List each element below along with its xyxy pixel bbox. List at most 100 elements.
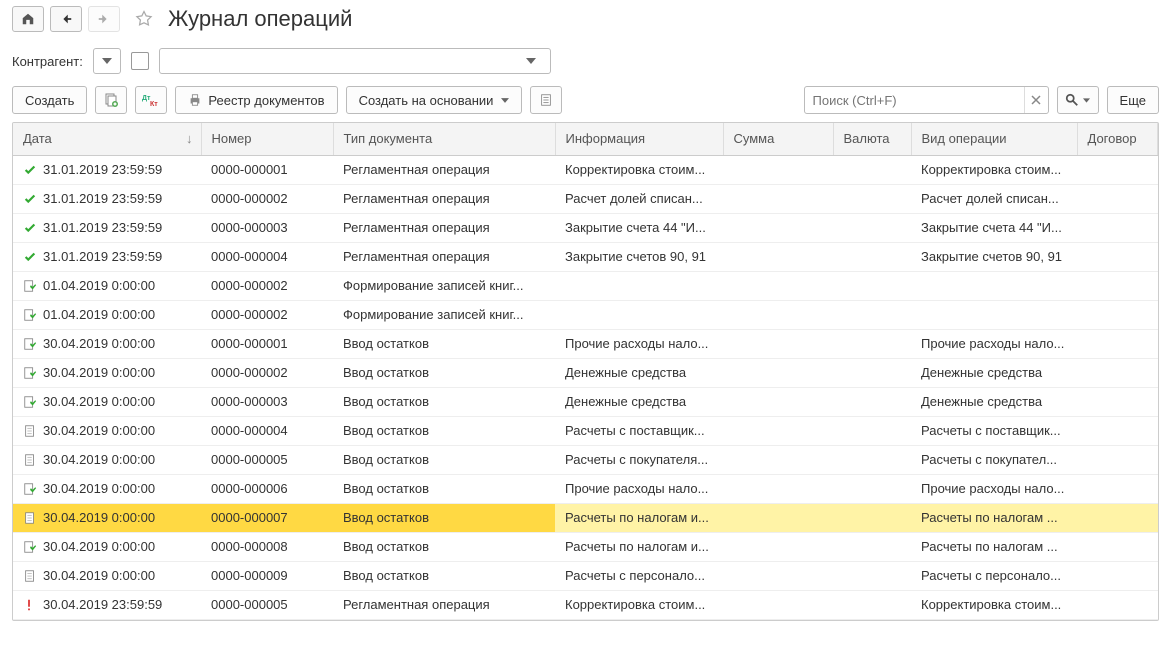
table-row[interactable]: 01.04.2019 0:00:000000-000002Формировани… xyxy=(13,271,1158,300)
cell-info: Корректировка стоим... xyxy=(555,155,723,184)
advanced-search-button[interactable] xyxy=(1057,86,1099,114)
cell-currency xyxy=(833,387,911,416)
cell-date: 30.04.2019 0:00:00 xyxy=(43,452,155,467)
cell-doc_type: Ввод остатков xyxy=(333,445,555,474)
favorite-button[interactable] xyxy=(132,7,156,31)
cell-date: 31.01.2019 23:59:59 xyxy=(43,191,162,206)
col-sum[interactable]: Сумма xyxy=(723,123,833,155)
check-icon xyxy=(23,163,43,177)
table-row[interactable]: 31.01.2019 23:59:590000-000003Регламентн… xyxy=(13,213,1158,242)
dtkt-button[interactable]: ДтКт xyxy=(135,86,167,114)
cell-op: Закрытие счета 44 "И... xyxy=(911,213,1077,242)
cell-date: 31.01.2019 23:59:59 xyxy=(13,184,201,213)
cell-doc_type: Формирование записей книг... xyxy=(333,271,555,300)
cell-doc_type: Регламентная операция xyxy=(333,155,555,184)
cell-currency xyxy=(833,532,911,561)
create-based-label: Создать на основании xyxy=(359,93,494,108)
arrow-right-icon xyxy=(97,12,111,26)
page-title: Журнал операций xyxy=(168,6,352,32)
cell-op: Прочие расходы нало... xyxy=(911,329,1077,358)
table-row[interactable]: 31.01.2019 23:59:590000-000002Регламентн… xyxy=(13,184,1158,213)
table-row[interactable]: 30.04.2019 0:00:000000-000002Ввод остатк… xyxy=(13,358,1158,387)
create-button[interactable]: Создать xyxy=(12,86,87,114)
copy-doc-icon xyxy=(103,92,119,108)
registry-label: Реестр документов xyxy=(208,93,324,108)
col-number[interactable]: Номер xyxy=(201,123,333,155)
table-row[interactable]: 30.04.2019 0:00:000000-000004Ввод остатк… xyxy=(13,416,1158,445)
col-currency[interactable]: Валюта xyxy=(833,123,911,155)
table-row[interactable]: 30.04.2019 0:00:000000-000009Ввод остатк… xyxy=(13,561,1158,590)
cell-op: Расчеты по налогам ... xyxy=(911,503,1077,532)
search-clear-button[interactable] xyxy=(1024,87,1048,113)
cell-doc_type: Ввод остатков xyxy=(333,561,555,590)
cell-date: 30.04.2019 0:00:00 xyxy=(43,539,155,554)
cell-info: Денежные средства xyxy=(555,387,723,416)
cell-contract xyxy=(1077,445,1158,474)
col-op-kind[interactable]: Вид операции xyxy=(911,123,1077,155)
cell-number: 0000-000002 xyxy=(201,184,333,213)
filter-checkbox[interactable] xyxy=(131,52,149,70)
table-row[interactable]: 30.04.2019 23:59:590000-000005Регламентн… xyxy=(13,590,1158,619)
cell-doc_type: Регламентная операция xyxy=(333,213,555,242)
cell-date: 30.04.2019 0:00:00 xyxy=(13,416,201,445)
check-icon xyxy=(23,221,43,235)
col-date[interactable]: Дата xyxy=(13,123,201,155)
create-based-button[interactable]: Создать на основании xyxy=(346,86,523,114)
cell-contract xyxy=(1077,300,1158,329)
cell-sum xyxy=(723,213,833,242)
cell-contract xyxy=(1077,416,1158,445)
cell-info: Корректировка стоим... xyxy=(555,590,723,619)
cell-date: 30.04.2019 0:00:00 xyxy=(13,445,201,474)
col-contract[interactable]: Договор xyxy=(1077,123,1158,155)
cell-currency xyxy=(833,445,911,474)
check-icon xyxy=(23,250,43,264)
create-label: Создать xyxy=(25,93,74,108)
cell-contract xyxy=(1077,358,1158,387)
cell-info: Расчеты по налогам и... xyxy=(555,503,723,532)
cell-date: 31.01.2019 23:59:59 xyxy=(43,220,162,235)
more-button[interactable]: Еще xyxy=(1107,86,1159,114)
attachments-button[interactable] xyxy=(530,86,562,114)
star-icon xyxy=(134,9,154,29)
cell-currency xyxy=(833,329,911,358)
table-row[interactable]: 01.04.2019 0:00:000000-000002Формировани… xyxy=(13,300,1158,329)
table-row[interactable]: 30.04.2019 0:00:000000-000006Ввод остатк… xyxy=(13,474,1158,503)
cell-date: 30.04.2019 23:59:59 xyxy=(43,597,162,612)
cell-contract xyxy=(1077,474,1158,503)
back-button[interactable] xyxy=(50,6,82,32)
cell-date: 31.01.2019 23:59:59 xyxy=(13,242,201,271)
home-button[interactable] xyxy=(12,6,44,32)
col-info[interactable]: Информация xyxy=(555,123,723,155)
svg-text:Кт: Кт xyxy=(150,101,158,107)
cell-sum xyxy=(723,561,833,590)
table-row[interactable]: 30.04.2019 0:00:000000-000001Ввод остатк… xyxy=(13,329,1158,358)
copy-button[interactable] xyxy=(95,86,127,114)
cell-op: Денежные средства xyxy=(911,387,1077,416)
search-input[interactable] xyxy=(805,93,1024,108)
chevron-down-icon xyxy=(102,58,112,64)
cell-op: Закрытие счетов 90, 91 xyxy=(911,242,1077,271)
home-icon xyxy=(21,12,35,26)
table-row[interactable]: 30.04.2019 0:00:000000-000007Ввод остатк… xyxy=(13,503,1158,532)
cell-op: Корректировка стоим... xyxy=(911,155,1077,184)
cell-contract xyxy=(1077,213,1158,242)
table-row[interactable]: 30.04.2019 0:00:000000-000005Ввод остатк… xyxy=(13,445,1158,474)
cell-sum xyxy=(723,271,833,300)
filter-value-input[interactable] xyxy=(159,48,551,74)
table-row[interactable]: 30.04.2019 0:00:000000-000008Ввод остатк… xyxy=(13,532,1158,561)
registry-button[interactable]: Реестр документов xyxy=(175,86,337,114)
table-row[interactable]: 30.04.2019 0:00:000000-000003Ввод остатк… xyxy=(13,387,1158,416)
forward-button[interactable] xyxy=(88,6,120,32)
cell-op: Расчеты по налогам ... xyxy=(911,532,1077,561)
col-doc-type[interactable]: Тип документа xyxy=(333,123,555,155)
cell-sum xyxy=(723,358,833,387)
cell-info: Расчеты по налогам и... xyxy=(555,532,723,561)
search-box[interactable] xyxy=(804,86,1049,114)
filter-contractor-dropdown[interactable] xyxy=(93,48,121,74)
table-row[interactable]: 31.01.2019 23:59:590000-000001Регламентн… xyxy=(13,155,1158,184)
cell-info: Прочие расходы нало... xyxy=(555,474,723,503)
cell-date: 01.04.2019 0:00:00 xyxy=(43,278,155,293)
table-row[interactable]: 31.01.2019 23:59:590000-000004Регламентн… xyxy=(13,242,1158,271)
cell-number: 0000-000001 xyxy=(201,155,333,184)
cell-number: 0000-000004 xyxy=(201,242,333,271)
